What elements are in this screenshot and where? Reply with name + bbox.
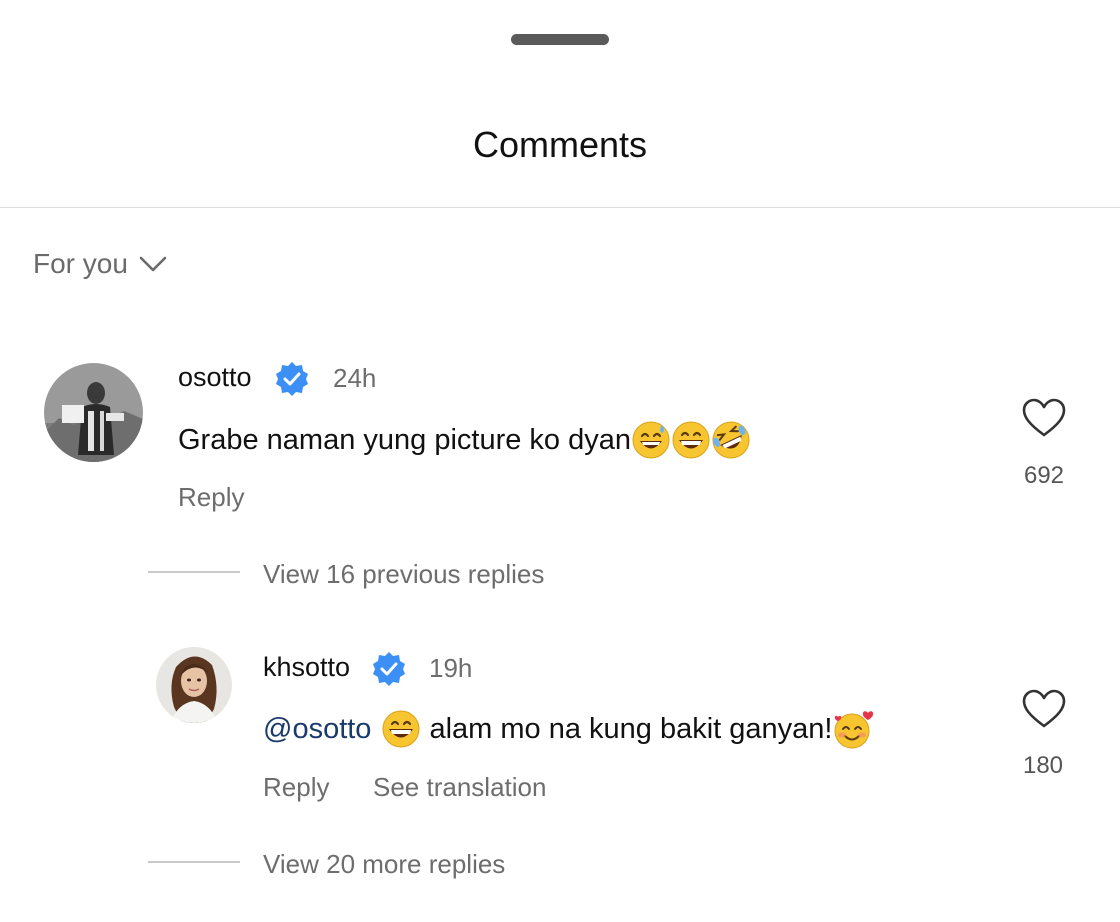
like-count: 692 (1023, 462, 1065, 489)
reply-time: 19h (429, 653, 473, 683)
sort-label: For you (33, 248, 128, 279)
view-previous-replies-button[interactable]: View 16 previous replies (263, 559, 544, 590)
mention-link[interactable]: @osotto (263, 713, 371, 746)
heart-icon[interactable] (1021, 397, 1067, 439)
verified-badge-icon (276, 362, 308, 396)
rolling-laughing-emoji (711, 420, 751, 460)
comment-time: 24h (333, 363, 377, 393)
reply-text: alam mo na kung bakit ganyan! (429, 712, 833, 745)
comments-sheet-header: Comments (0, 0, 1120, 208)
sheet-title: Comments (472, 124, 648, 165)
reply-body: @osotto alam mo na kung bakit ganyan! (263, 707, 874, 751)
reply-button[interactable]: Reply (178, 482, 244, 513)
grinning-squint-emoji (671, 420, 711, 460)
comment-username[interactable]: osotto (178, 362, 252, 393)
grinning-sweat-emoji (631, 420, 671, 460)
avatar-osotto[interactable] (44, 363, 143, 462)
view-more-replies-button[interactable]: View 20 more replies (263, 849, 505, 880)
thread-line (148, 571, 240, 573)
drag-handle[interactable] (511, 34, 609, 45)
thread-line (148, 861, 240, 863)
grinning-squint-emoji (381, 709, 421, 749)
smiling-hearts-emoji (832, 709, 874, 749)
chevron-down-icon (139, 256, 167, 272)
comment-text: Grabe naman yung picture ko dyan (178, 423, 631, 456)
sort-dropdown[interactable]: For you (33, 248, 168, 280)
reply-username[interactable]: khsotto (263, 652, 350, 683)
reply-button[interactable]: Reply (263, 772, 329, 803)
see-translation-button[interactable]: See translation (373, 772, 546, 803)
like-count: 180 (1022, 752, 1064, 779)
heart-icon[interactable] (1021, 688, 1067, 730)
header-divider (0, 207, 1120, 208)
verified-badge-icon (373, 652, 405, 686)
comment-body: Grabe naman yung picture ko dyan (178, 418, 751, 462)
avatar-khsotto[interactable] (156, 647, 232, 723)
